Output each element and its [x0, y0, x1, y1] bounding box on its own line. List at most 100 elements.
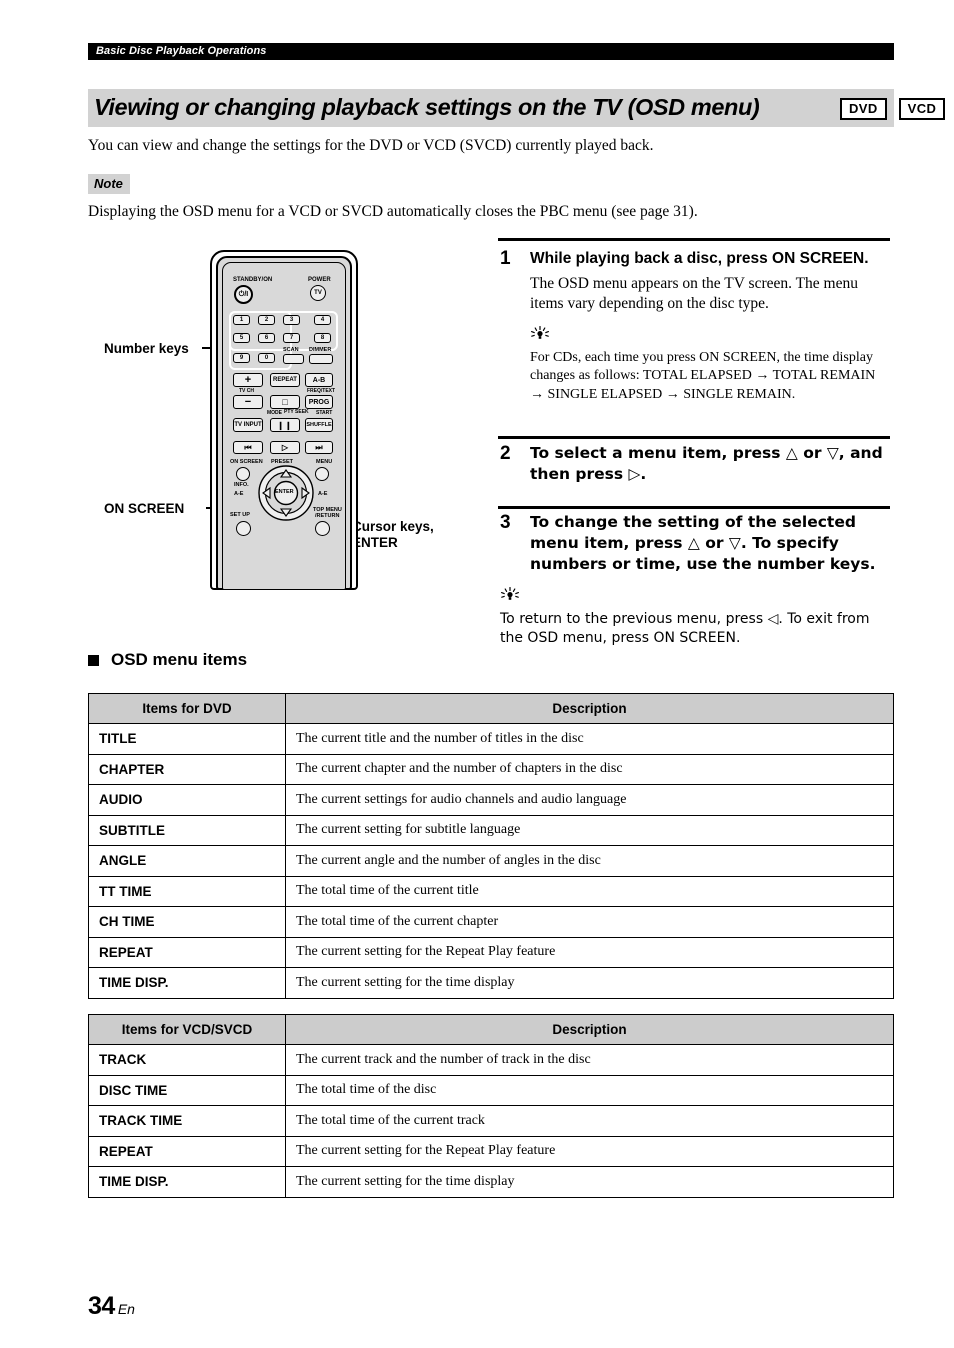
table-row: TIME DISP. The current setting for the ti…	[88, 967, 894, 999]
menu-label: MENU	[316, 459, 333, 465]
scan-label: SCAN	[283, 347, 299, 353]
standby-on-label: STANDBY/ON	[233, 277, 273, 283]
note-text: Displaying the OSD menu for a VCD or SVC…	[88, 203, 698, 220]
step-1-number: 1	[500, 248, 511, 269]
table-row: REPEAT The current setting for the Repeat…	[88, 936, 894, 968]
tv-channel-down-button[interactable]: −	[233, 395, 263, 409]
page-title-band: Viewing or changing playback settings on…	[88, 89, 946, 127]
freq-text-label: FREQ/TEXT	[307, 388, 336, 394]
set-up-button[interactable]	[236, 521, 251, 536]
ae-right-label: A-E	[318, 491, 328, 497]
table-cell-item: TIME DISP.	[88, 967, 286, 999]
menu-button[interactable]	[315, 467, 329, 481]
play-button[interactable]: ▷	[270, 441, 300, 454]
table-cell-item: TT TIME	[88, 875, 286, 907]
table-cell-description: The current track and the number of trac…	[285, 1044, 894, 1076]
table-cell-item: TRACK	[88, 1044, 286, 1076]
table-cell-item: AUDIO	[88, 784, 286, 816]
callout-cursor-keys-line2: ENTER	[352, 535, 398, 550]
table-cell-description: The total time of the current title	[285, 875, 894, 907]
top-menu-return-button[interactable]	[315, 521, 330, 536]
table-row: REPEAT The current setting for the Repeat…	[88, 1135, 894, 1167]
table-cell-description: The current angle and the number of angl…	[285, 845, 894, 877]
vcd-table-header-description: Description	[285, 1014, 894, 1045]
number-key-7[interactable]: 7	[283, 333, 300, 343]
tip-lightbulb-icon-2	[500, 586, 890, 609]
power-label: POWER	[308, 277, 331, 283]
square-bullet-icon	[88, 654, 99, 666]
standby-on-button[interactable]: ⏻/I	[234, 285, 253, 304]
number-key-6[interactable]: 6	[258, 333, 275, 343]
page-language-code: En	[117, 1301, 135, 1317]
step-rule-2	[498, 436, 890, 439]
prog-button[interactable]: PROG	[305, 395, 333, 409]
table-cell-description: The total time of the current chapter	[285, 906, 894, 938]
step-2-heading: To select a menu item, press △ or ▽, and…	[530, 444, 883, 483]
dvd-table-header-description: Description	[285, 693, 894, 724]
osd-menu-items-heading: OSD menu items	[88, 650, 247, 670]
callout-number-keys-label: Number keys	[104, 341, 189, 356]
table-cell-description: The current setting for the time display	[285, 967, 894, 999]
step-1-tip: For CDs, each time you press ON SCREEN, …	[530, 325, 890, 404]
osd-menu-items-heading-text: OSD menu items	[111, 650, 248, 669]
tv-input-button[interactable]: TV INPUT	[233, 418, 263, 432]
table-cell-item: REPEAT	[88, 1135, 286, 1167]
number-key-0[interactable]: 0	[258, 353, 275, 363]
scan-button[interactable]	[283, 354, 304, 364]
number-key-9[interactable]: 9	[233, 353, 250, 363]
vcd-table-header-items: Items for VCD/SVCD	[88, 1014, 286, 1045]
number-key-8[interactable]: 8	[314, 333, 331, 343]
step-3-tip: To return to the previous menu, press ◁.…	[500, 586, 890, 649]
step-1: 1 While playing back a disc, press ON SC…	[498, 248, 890, 404]
table-row: CHAPTER The current chapter and the numbe…	[88, 753, 894, 785]
number-key-3[interactable]: 3	[283, 315, 300, 325]
badge-dvd: DVD	[840, 98, 887, 120]
number-key-2[interactable]: 2	[258, 315, 275, 325]
running-head-text: Basic Disc Playback Operations	[96, 45, 267, 57]
shuffle-button[interactable]: SHUFFLE	[305, 418, 333, 432]
table-row: TIME DISP. The current setting for the ti…	[88, 1166, 894, 1198]
previous-track-button[interactable]: ⏮	[233, 441, 263, 454]
a-b-button[interactable]: A-B	[305, 373, 333, 387]
cursor-keypad-ring: ENTER	[258, 465, 314, 521]
callout-cursor-keys: Cursor keys, ENTER	[352, 519, 434, 551]
return-label: /RETURN	[315, 513, 340, 519]
on-screen-button[interactable]	[236, 467, 250, 481]
tip-lightbulb-icon	[530, 325, 890, 348]
table-cell-description: The current setting for the time display	[285, 1166, 894, 1198]
stop-button[interactable]: □	[270, 395, 300, 409]
page-number: 34	[88, 1292, 115, 1320]
table-cell-item: REPEAT	[88, 936, 286, 968]
number-key-4[interactable]: 4	[314, 315, 331, 325]
pause-button[interactable]: ❙❙	[270, 418, 300, 432]
dimmer-label: DIMMER	[309, 347, 332, 353]
enter-button-label[interactable]: ENTER	[275, 489, 294, 495]
step-1-body: The OSD menu appears on the TV screen. T…	[530, 275, 858, 312]
callout-on-screen: ON SCREEN	[104, 501, 184, 517]
dimmer-button[interactable]	[309, 354, 333, 364]
step-2-number: 2	[500, 443, 511, 464]
table-cell-description: The current chapter and the number of ch…	[285, 753, 894, 785]
table-header-row: Items for DVD Description	[88, 693, 894, 724]
next-track-button[interactable]: ⏭	[305, 441, 333, 454]
info-label: INFO.	[234, 482, 249, 488]
number-key-1[interactable]: 1	[233, 315, 250, 325]
callout-cursor-keys-line1: Cursor keys,	[352, 519, 434, 534]
repeat-button[interactable]: REPEAT	[270, 373, 300, 387]
table-cell-item: DISC TIME	[88, 1074, 286, 1106]
table-cell-item: ANGLE	[88, 845, 286, 877]
step-3: 3 To change the setting of the selected …	[498, 512, 890, 649]
tv-channel-up-button[interactable]: +	[233, 373, 263, 387]
table-row: ANGLE The current angle and the number of…	[88, 845, 894, 877]
step-1-heading: While playing back a disc, press ON SCRE…	[530, 250, 869, 267]
step-3-tip-text: To return to the previous menu, press ◁.…	[500, 610, 870, 647]
table-cell-description: The current setting for the Repeat Play …	[285, 936, 894, 968]
page-footer: 34 En	[88, 1292, 135, 1321]
remote-face: STANDBY/ON ⏻/I POWER TV 1 2 3 4 5 6 7 8 …	[222, 262, 346, 590]
pty-seek-label: PTY SEEK	[284, 409, 309, 415]
tv-ch-label: TV CH	[239, 388, 254, 394]
power-tv-button[interactable]: TV	[310, 285, 326, 301]
table-cell-description: The total time of the disc	[285, 1074, 894, 1106]
number-key-5[interactable]: 5	[233, 333, 250, 343]
table-cell-description: The current setting for subtitle languag…	[285, 814, 894, 846]
